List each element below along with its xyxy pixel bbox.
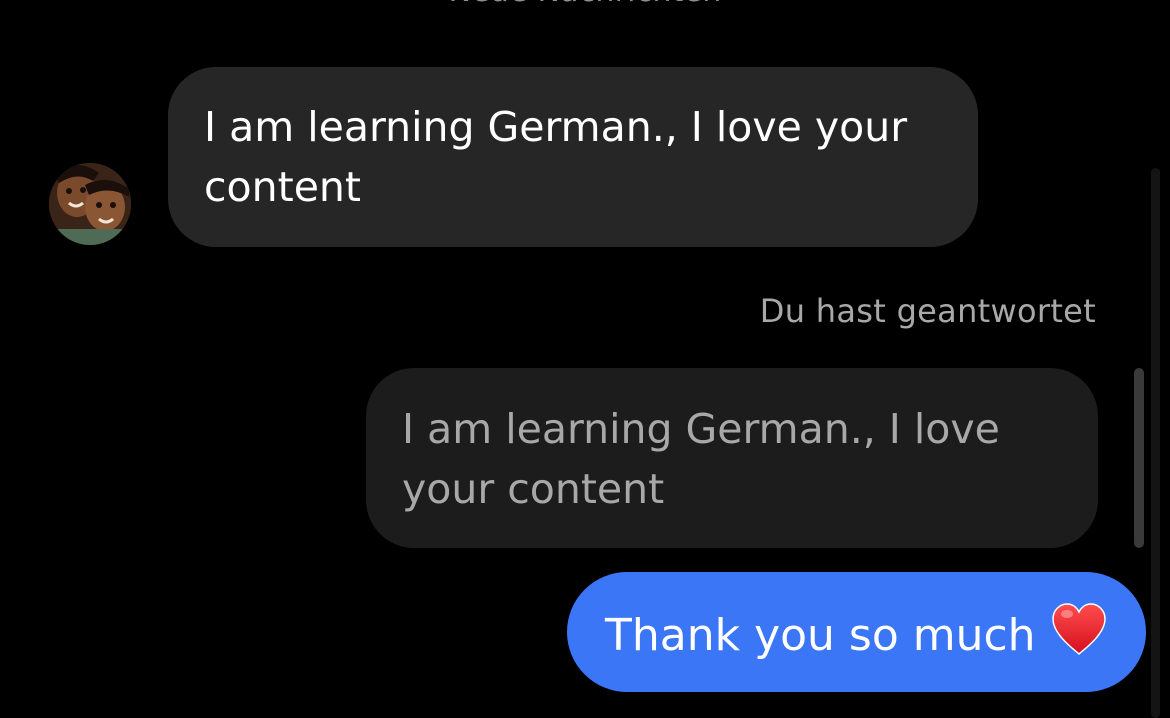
outgoing-message-bubble[interactable]: Thank you so much <box>567 572 1146 692</box>
outgoing-message-text: Thank you so much <box>605 610 1036 661</box>
scrollbar-thumb[interactable] <box>1134 368 1144 548</box>
quoted-message-text: I am learning German., I love your conte… <box>402 405 1000 513</box>
red-heart-icon <box>1050 602 1108 672</box>
replied-label: Du hast geantwortet <box>759 292 1096 330</box>
incoming-message-text: I am learning German., I love your conte… <box>204 103 908 211</box>
new-messages-divider: Neue Nachrichten <box>0 0 1170 9</box>
avatar[interactable] <box>49 163 131 245</box>
quoted-message-bubble[interactable]: I am learning German., I love your conte… <box>366 368 1098 548</box>
incoming-message-bubble[interactable]: I am learning German., I love your conte… <box>168 67 978 247</box>
scrollbar-track[interactable] <box>1151 168 1160 718</box>
